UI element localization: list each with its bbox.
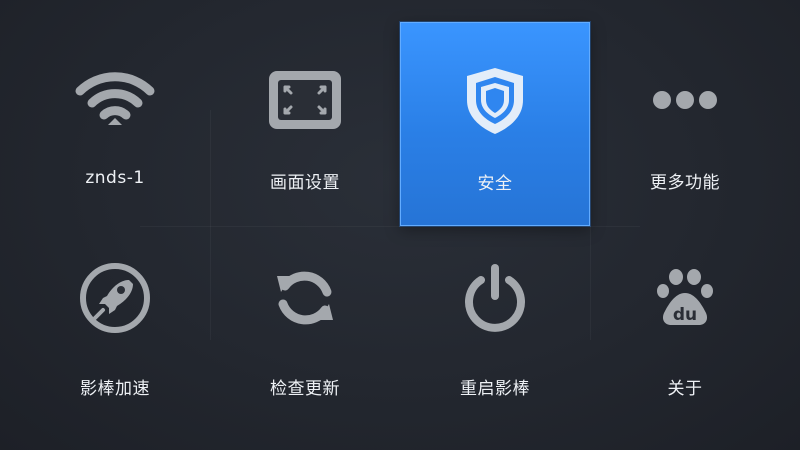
menu-item-label: 更多功能 [650, 173, 720, 193]
menu-item-label: 影棒加速 [80, 379, 150, 399]
svg-text:du: du [673, 305, 697, 325]
menu-item-label: 重启影棒 [460, 379, 530, 399]
menu-item-check-update[interactable]: 检查更新 [210, 226, 400, 430]
menu-item-accelerate[interactable]: 影棒加速 [20, 226, 210, 430]
menu-item-wifi[interactable]: znds-1 [20, 22, 210, 226]
shield-icon [401, 67, 589, 135]
menu-item-label: 安全 [477, 174, 513, 194]
menu-item-security[interactable]: 安全 [400, 22, 590, 226]
menu-item-label: 关于 [667, 379, 703, 399]
power-icon [400, 264, 590, 332]
more-dots-icon [590, 66, 780, 134]
menu-item-label: znds-1 [85, 168, 145, 188]
settings-menu-grid: znds-1 画面设置 安全 更多功能 影棒加速 检查更新 重启影棒 du 关于 [20, 22, 780, 432]
menu-item-label: 画面设置 [270, 173, 340, 193]
rocket-icon [20, 263, 210, 333]
menu-item-label: 检查更新 [270, 379, 340, 399]
menu-item-screen-settings[interactable]: 画面设置 [210, 22, 400, 226]
refresh-icon [210, 264, 400, 332]
menu-item-reboot[interactable]: 重启影棒 [400, 226, 590, 430]
baidu-paw-icon: du [590, 264, 780, 332]
menu-item-about[interactable]: du 关于 [590, 226, 780, 430]
screen-frame-icon [210, 66, 400, 134]
menu-item-more-features[interactable]: 更多功能 [590, 22, 780, 226]
wifi-icon [20, 66, 210, 134]
